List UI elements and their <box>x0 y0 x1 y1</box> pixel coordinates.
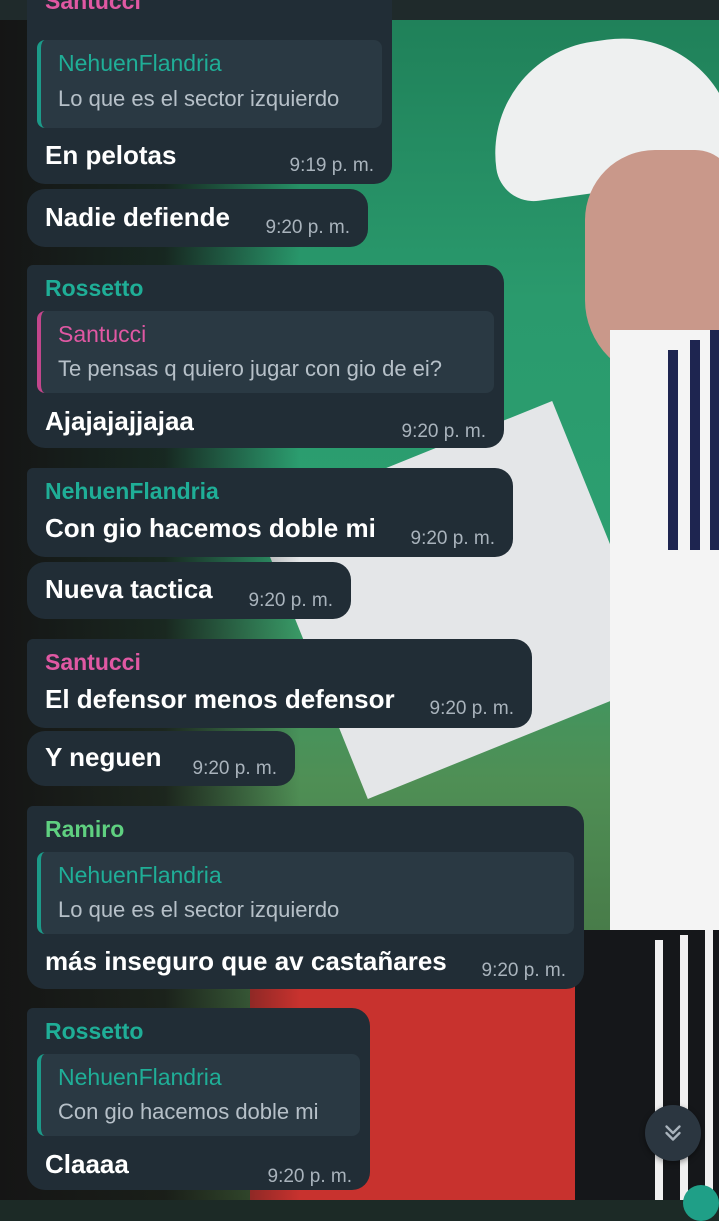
message-time: 9:20 p. m. <box>429 698 515 719</box>
quoted-message[interactable]: NehuenFlandria Lo que es el sector izqui… <box>37 40 382 128</box>
chevrons-down-icon <box>665 1125 681 1141</box>
message-text: Nadie defiende <box>45 202 230 232</box>
message-time: 9:20 p. m. <box>192 758 278 779</box>
message-bubble[interactable]: Nadie defiende 9:20 p. m. <box>27 189 368 247</box>
message-bubble[interactable]: Rossetto Santucci Te pensas q quiero jug… <box>27 265 504 448</box>
quoted-sender: NehuenFlandria <box>58 862 222 888</box>
message-time: 9:20 p. m. <box>481 960 567 981</box>
scroll-to-bottom-button[interactable] <box>645 1105 701 1161</box>
floating-action-button-edge[interactable] <box>683 1185 719 1221</box>
message-sender[interactable]: Rossetto <box>45 1018 143 1045</box>
message-time: 9:20 p. m. <box>265 217 351 238</box>
message-text: más inseguro que av castañares <box>45 946 447 976</box>
message-bubble[interactable]: NehuenFlandria Con gio hacemos doble mi … <box>27 468 513 557</box>
message-sender[interactable]: Santucci <box>45 649 141 676</box>
message-sender[interactable]: Ramiro <box>45 816 124 843</box>
message-bubble[interactable]: Rossetto NehuenFlandria Con gio hacemos … <box>27 1008 370 1190</box>
quoted-message[interactable]: NehuenFlandria Con gio hacemos doble mi <box>37 1054 360 1136</box>
quoted-sender: NehuenFlandria <box>58 50 222 76</box>
message-bubble[interactable]: Santucci NehuenFlandria Lo que es el sec… <box>27 0 392 184</box>
message-text: En pelotas <box>45 140 177 170</box>
message-time: 9:20 p. m. <box>401 421 487 442</box>
quoted-sender: NehuenFlandria <box>58 1064 222 1090</box>
quoted-message[interactable]: NehuenFlandria Lo que es el sector izqui… <box>37 852 574 934</box>
message-sender[interactable]: Rossetto <box>45 275 143 302</box>
quoted-text: Lo que es el sector izquierdo <box>58 897 340 922</box>
quoted-message[interactable]: Santucci Te pensas q quiero jugar con gi… <box>37 311 494 393</box>
message-bubble[interactable]: Ramiro NehuenFlandria Lo que es el secto… <box>27 806 584 989</box>
quoted-sender: Santucci <box>58 321 147 347</box>
message-bubble[interactable]: Y neguen 9:20 p. m. <box>27 731 295 786</box>
message-text: Y neguen <box>45 742 162 772</box>
message-bubble[interactable]: Nueva tactica 9:20 p. m. <box>27 562 351 619</box>
message-text: Nueva tactica <box>45 574 213 604</box>
message-time: 9:19 p. m. <box>289 155 375 176</box>
message-sender[interactable]: NehuenFlandria <box>45 478 219 505</box>
message-time: 9:20 p. m. <box>410 528 496 549</box>
message-bubble[interactable]: Santucci El defensor menos defensor 9:20… <box>27 639 532 728</box>
message-time: 9:20 p. m. <box>248 590 334 611</box>
message-time: 9:20 p. m. <box>267 1166 353 1187</box>
quoted-text: Lo que es el sector izquierdo <box>58 86 340 111</box>
quoted-text: Con gio hacemos doble mi <box>58 1099 319 1124</box>
message-text: Ajajajajjajaa <box>45 406 194 436</box>
message-text: Con gio hacemos doble mi <box>45 513 376 543</box>
quoted-text: Te pensas q quiero jugar con gio de ei? <box>58 356 443 381</box>
message-sender[interactable]: Santucci <box>45 0 141 15</box>
message-text: Claaaa <box>45 1149 129 1179</box>
message-text: El defensor menos defensor <box>45 684 395 714</box>
